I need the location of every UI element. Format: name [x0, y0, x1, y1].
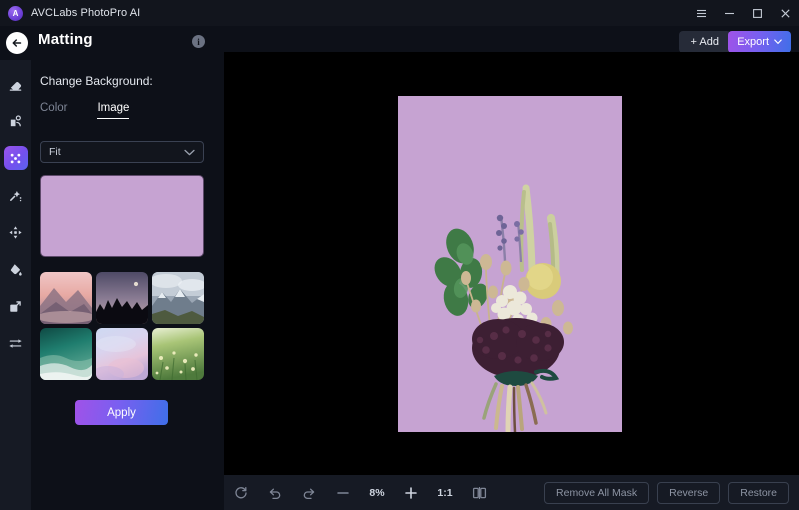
matting-tool[interactable] — [3, 146, 28, 170]
thumbnail-teal-shore[interactable] — [40, 328, 92, 380]
window-controls — [687, 0, 799, 26]
split-view-icon — [472, 486, 486, 499]
resize-corner-icon — [10, 300, 21, 312]
matting-icon — [10, 153, 21, 163]
restore-button[interactable]: Restore — [728, 481, 789, 504]
colorize-tool[interactable] — [4, 257, 28, 281]
page-title: Matting — [38, 31, 93, 48]
expand-arrows-icon — [9, 225, 22, 239]
tool-rail — [0, 60, 31, 510]
edited-photo[interactable] — [398, 96, 622, 432]
refresh-icon — [235, 486, 247, 498]
adjustments-tool[interactable] — [4, 331, 28, 355]
background-preview-swatch[interactable] — [40, 175, 204, 257]
fit-mode-value: Fit — [49, 146, 61, 158]
app-logo-icon: A — [8, 5, 23, 21]
paint-bucket-icon — [10, 263, 22, 276]
zoom-ratio-button[interactable]: 1:1 — [428, 487, 462, 499]
close-icon[interactable] — [771, 0, 799, 26]
app-logo-glyph: A — [12, 8, 19, 18]
eraser-icon — [9, 81, 22, 91]
app-title: AVCLabs PhotoPro AI — [31, 7, 141, 19]
mask-actions: Remove All Mask Reverse Restore — [544, 481, 799, 504]
resize-tool[interactable] — [4, 294, 28, 318]
fit-mode-dropdown[interactable]: Fit — [40, 141, 204, 163]
reverse-button[interactable]: Reverse — [657, 481, 721, 504]
undo-button[interactable] — [258, 475, 292, 510]
minimize-icon[interactable] — [715, 0, 743, 26]
thumbnail-green-meadow[interactable] — [152, 328, 204, 380]
undo-arrow-icon — [269, 488, 281, 499]
chevron-down-icon — [774, 39, 782, 45]
maximize-icon[interactable] — [743, 0, 771, 26]
menu-icon[interactable] — [687, 0, 715, 26]
tab-image[interactable]: Image — [97, 102, 129, 119]
bottom-toolbar: 8% 1:1 Remove All Mask Reverse Restore — [224, 475, 799, 510]
magic-wand-tool[interactable] — [4, 183, 28, 207]
zoom-out-button[interactable] — [326, 475, 360, 510]
magic-wand-icon — [10, 190, 22, 201]
application-window: A AVCLabs PhotoPro AI Matting i + Add Ex… — [0, 0, 799, 510]
back-button[interactable] — [6, 32, 28, 54]
thumbnail-night-treeline[interactable] — [96, 272, 148, 324]
back-arrow-icon — [12, 39, 22, 47]
side-panel: Change Background: Color Image Fit Apply — [31, 60, 224, 510]
bouquet-illustration — [398, 96, 622, 432]
export-button[interactable]: Export — [728, 31, 791, 53]
redo-button[interactable] — [292, 475, 326, 510]
title-bar: A AVCLabs PhotoPro AI — [0, 0, 799, 26]
remove-all-mask-button[interactable]: Remove All Mask — [544, 481, 650, 504]
object-removal-icon — [10, 114, 21, 126]
change-background-label: Change Background: — [40, 74, 153, 88]
compare-view-button[interactable] — [462, 475, 496, 510]
add-button[interactable]: + Add — [678, 31, 731, 53]
eraser-tool[interactable] — [4, 72, 28, 96]
canvas-area[interactable] — [224, 52, 799, 475]
thumbnail-pastel-sky[interactable] — [96, 328, 148, 380]
info-icon[interactable]: i — [192, 35, 205, 48]
background-type-tabs: Color Image — [40, 102, 129, 119]
reset-button[interactable] — [224, 475, 258, 510]
apply-button[interactable]: Apply — [75, 400, 168, 425]
minus-icon — [337, 491, 349, 494]
tab-color[interactable]: Color — [40, 102, 67, 119]
enlarge-tool[interactable] — [4, 220, 28, 244]
thumbnail-snowy-peak[interactable] — [152, 272, 204, 324]
zoom-in-button[interactable] — [394, 475, 428, 510]
export-button-label: Export — [737, 36, 769, 48]
plus-icon — [405, 486, 417, 499]
sliders-icon — [9, 338, 22, 348]
zoom-level-value[interactable]: 8% — [360, 487, 394, 499]
object-removal-tool[interactable] — [4, 109, 28, 133]
background-thumbnail-grid — [40, 272, 204, 380]
redo-arrow-icon — [303, 488, 315, 499]
thumbnail-mountain-sunset[interactable] — [40, 272, 92, 324]
chevron-down-icon — [184, 143, 195, 161]
